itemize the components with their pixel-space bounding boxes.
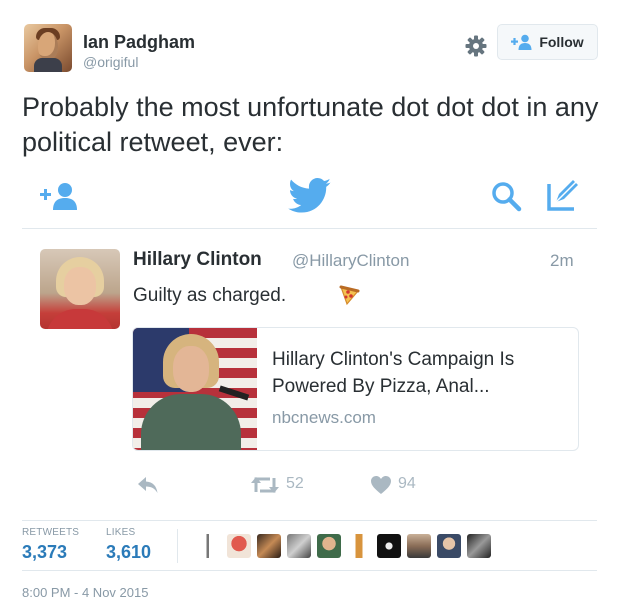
gear-icon[interactable]: [464, 34, 488, 58]
photo-face: [173, 346, 209, 392]
link-card-domain: nbcnews.com: [272, 408, 376, 427]
follow-button[interactable]: Follow: [497, 24, 598, 60]
liker-avatar[interactable]: [437, 534, 461, 558]
quoted-tweet-text: Guilty as charged.: [133, 285, 287, 306]
likes-label: LIKES: [106, 527, 136, 538]
add-user-icon[interactable]: [40, 182, 80, 210]
search-icon[interactable]: [490, 180, 522, 212]
liker-avatar[interactable]: [407, 534, 431, 558]
liker-avatars: [197, 533, 491, 559]
quoted-author-avatar[interactable]: [40, 249, 120, 329]
link-card-image: [133, 328, 257, 450]
photo-coat: [141, 394, 241, 450]
pizza-icon: [339, 285, 360, 306]
liker-avatar[interactable]: [227, 534, 251, 558]
divider: [22, 228, 597, 229]
twitter-bird-icon[interactable]: [288, 178, 332, 214]
photo-microphone: [218, 385, 250, 401]
tweet-stats: RETWEETS 3,373 LIKES 3,610: [22, 527, 597, 567]
follow-button-label: Follow: [539, 34, 584, 50]
quoted-tweet-time[interactable]: 2m: [550, 251, 574, 271]
tweet-text: Probably the most unfortunate dot dot do…: [22, 92, 599, 157]
link-card[interactable]: Hillary Clinton's Campaign Is Powered By…: [132, 327, 579, 451]
tweet-timestamp[interactable]: 8:00 PM - 4 Nov 2015: [22, 585, 148, 600]
likes-value: 3,610: [106, 542, 152, 562]
link-card-title[interactable]: Hillary Clinton's Campaign Is Powered By…: [272, 346, 567, 400]
avatar-neck: [34, 58, 62, 72]
likes-stat[interactable]: LIKES 3,610: [106, 527, 151, 563]
author-name[interactable]: Ian Padgham: [83, 32, 195, 53]
avatar-coat: [46, 309, 114, 329]
retweet-icon[interactable]: [250, 474, 280, 496]
author-handle[interactable]: @origiful: [83, 54, 138, 70]
liker-avatar[interactable]: [287, 534, 311, 558]
quoted-tweet[interactable]: Hillary Clinton @HillaryClinton 2m Guilt…: [40, 245, 590, 505]
quoted-tweet-actions: 52 94: [130, 473, 450, 497]
avatar-face: [64, 267, 96, 305]
liker-avatar[interactable]: [467, 534, 491, 558]
retweets-value: 3,373: [22, 542, 68, 562]
add-user-icon: [511, 34, 532, 50]
liker-avatar[interactable]: [377, 534, 401, 558]
tweet-header: Ian Padgham @origiful Follow: [24, 22, 604, 74]
compose-icon[interactable]: [546, 178, 580, 212]
liker-avatar[interactable]: [347, 534, 371, 558]
like-count: 94: [398, 475, 416, 492]
heart-icon[interactable]: [370, 475, 392, 495]
liker-avatar[interactable]: [317, 534, 341, 558]
quoted-author-handle[interactable]: @HillaryClinton: [292, 251, 409, 271]
avatar-face: [38, 32, 58, 60]
quoted-author-name[interactable]: Hillary Clinton: [133, 249, 262, 271]
liker-avatar[interactable]: [197, 534, 221, 558]
author-avatar[interactable]: [24, 24, 72, 72]
divider: [22, 570, 597, 571]
action-bar: [22, 174, 597, 218]
divider: [22, 520, 597, 521]
retweets-stat[interactable]: RETWEETS 3,373: [22, 527, 79, 563]
retweets-label: RETWEETS: [22, 527, 80, 538]
liker-avatar[interactable]: [257, 534, 281, 558]
retweet-count: 52: [286, 475, 304, 492]
reply-icon[interactable]: [136, 475, 160, 495]
stats-separator: [177, 529, 178, 563]
